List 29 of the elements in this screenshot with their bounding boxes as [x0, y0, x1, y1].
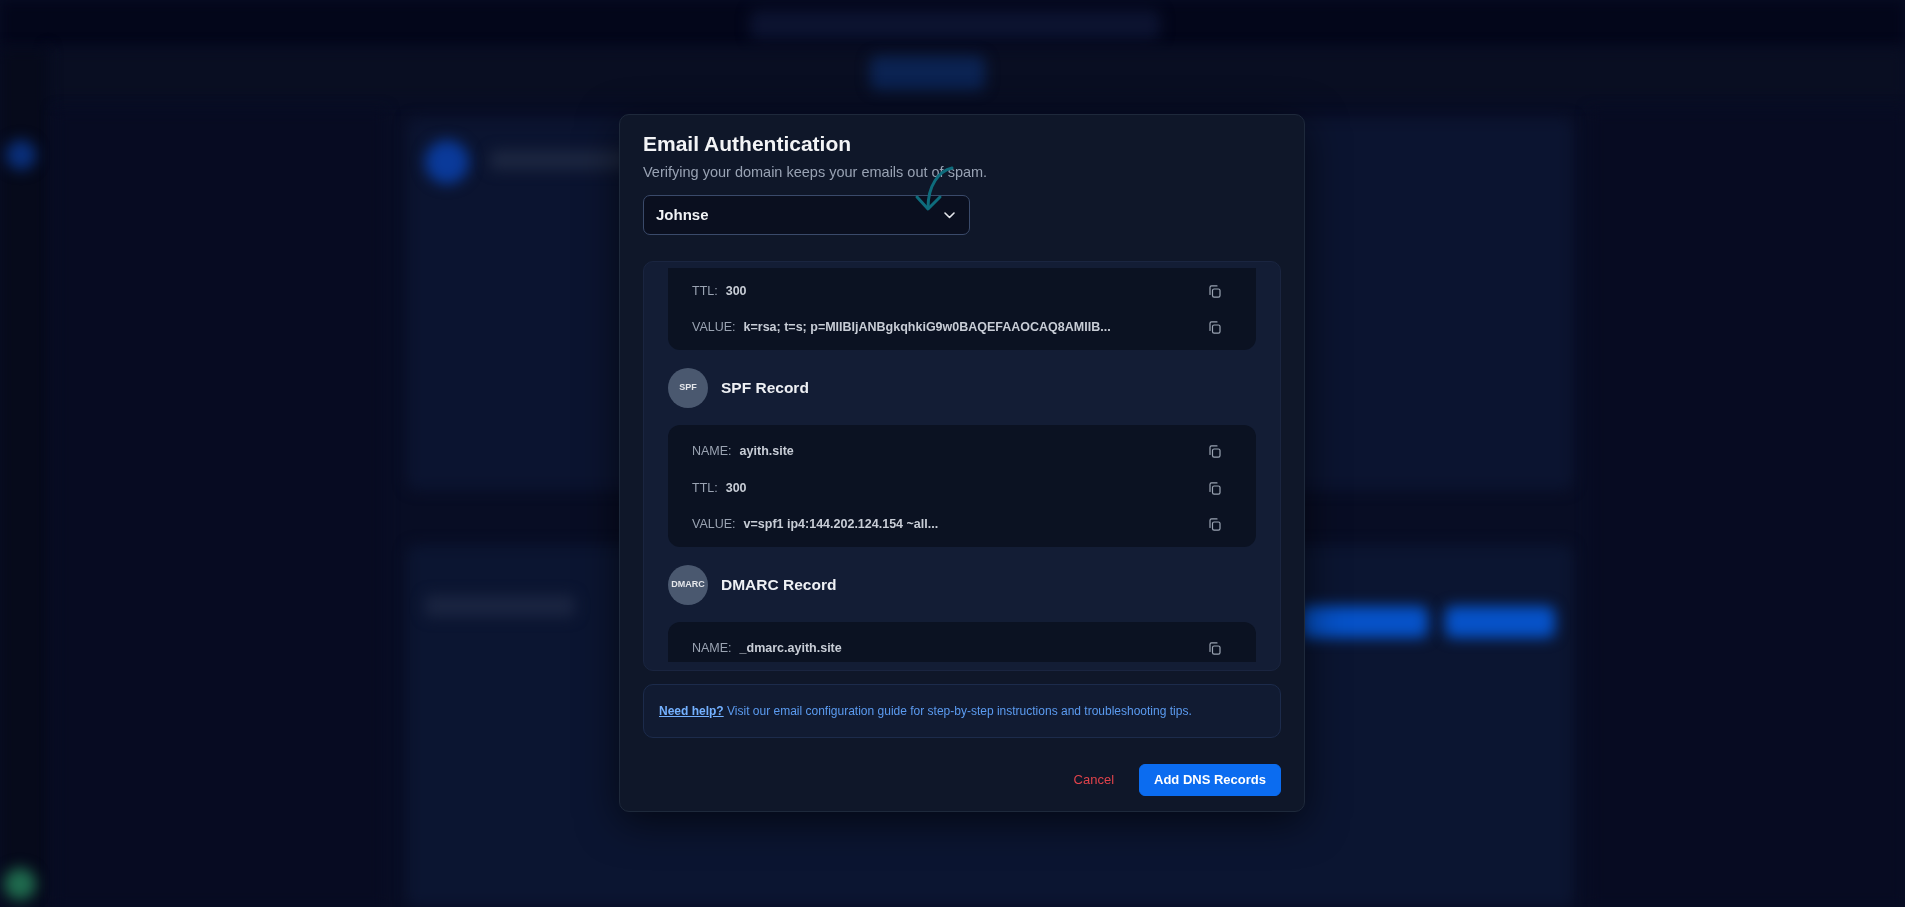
- field-value: k=rsa; t=s; p=MIIBIjANBgkqhkiG9w0BAQEFAAOCAQ8AMIIB...: [743, 319, 1111, 337]
- field-label: NAME:: [692, 640, 732, 658]
- copy-icon[interactable]: [1209, 445, 1221, 458]
- cancel-button[interactable]: Cancel: [1064, 763, 1124, 796]
- domain-select[interactable]: Johnse: [643, 195, 970, 235]
- record-type-badge: SPF: [668, 367, 708, 408]
- help-link[interactable]: Need help?: [659, 703, 724, 718]
- field-label: VALUE:: [692, 319, 736, 337]
- copy-icon[interactable]: [1209, 481, 1221, 495]
- copy-icon[interactable]: [1209, 321, 1221, 334]
- dialog-title: Email Authentication: [643, 131, 853, 157]
- add-dns-records-button[interactable]: Add DNS Records: [1139, 763, 1281, 796]
- field-value: 300: [725, 479, 747, 497]
- record-title: DMARC Record: [721, 574, 837, 595]
- field-label: VALUE:: [692, 516, 736, 534]
- field-value: v=spf1 ip4:144.202.124.154 ~all...: [743, 516, 939, 534]
- copy-icon[interactable]: [1209, 642, 1221, 655]
- chevron-down-icon: [944, 211, 955, 219]
- copy-icon[interactable]: [1209, 284, 1221, 298]
- field-value: _dmarc.ayith.site: [739, 640, 842, 658]
- record-title: SPF Record: [721, 377, 809, 398]
- copy-icon[interactable]: [1209, 518, 1221, 531]
- field-label: NAME:: [692, 443, 732, 461]
- help-text: Need help? Visit our email configuration guide for step-by-step instructions and troubleshooting tips.: [659, 702, 1192, 720]
- field-label: TTL:: [692, 479, 718, 497]
- field-label: TTL:: [692, 282, 718, 300]
- record-type-badge: DMARC: [668, 564, 708, 605]
- field-value: ayith.site: [739, 443, 794, 461]
- field-value: 300: [725, 282, 747, 300]
